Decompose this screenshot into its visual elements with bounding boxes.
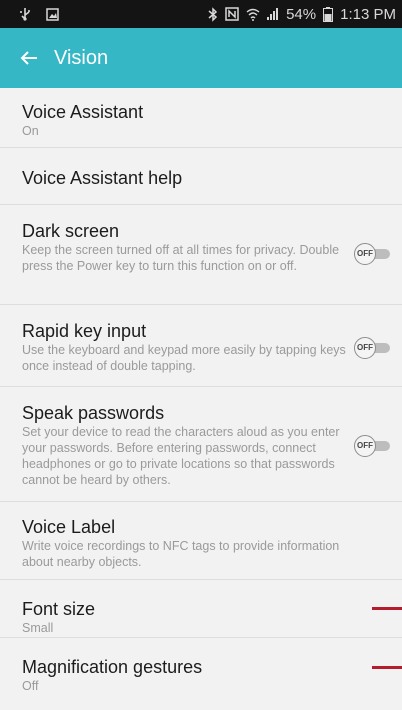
setting-voice-assistant[interactable]: Voice Assistant On: [0, 88, 402, 148]
setting-description: Use the keyboard and keypad more easily …: [22, 343, 346, 373]
page-title: Vision: [54, 46, 109, 69]
speak-passwords-toggle[interactable]: OFF: [354, 435, 390, 457]
setting-title: Magnification gestures: [22, 657, 203, 677]
setting-font-size[interactable]: Font size Small: [0, 580, 402, 638]
setting-title: Font size: [22, 599, 96, 619]
setting-subtitle: On: [22, 124, 39, 138]
app-bar: Vision: [0, 28, 402, 88]
toggle-thumb: OFF: [354, 337, 376, 359]
setting-magnification-gestures[interactable]: Magnification gestures Off: [0, 638, 402, 700]
usb-icon: [18, 7, 32, 21]
setting-title: Dark screen: [22, 221, 120, 241]
toggle-thumb: OFF: [354, 243, 376, 265]
setting-voice-label[interactable]: Voice Label Write voice recordings to NF…: [0, 502, 402, 580]
nfc-icon: [225, 7, 239, 21]
settings-list: Voice Assistant On Voice Assistant help …: [0, 88, 402, 700]
setting-voice-assistant-help[interactable]: Voice Assistant help: [0, 148, 402, 205]
setting-title: Speak passwords: [22, 403, 165, 423]
setting-subtitle: Off: [22, 679, 39, 693]
clock: 1:13 PM: [340, 5, 396, 23]
dark-screen-toggle[interactable]: OFF: [354, 243, 390, 265]
setting-rapid-key-input[interactable]: Rapid key input Use the keyboard and key…: [0, 305, 402, 387]
setting-dark-screen[interactable]: Dark screen Keep the screen turned off a…: [0, 205, 402, 305]
back-arrow-icon[interactable]: [18, 47, 40, 69]
signal-icon: [267, 7, 279, 21]
setting-title: Rapid key input: [22, 321, 147, 341]
image-icon: [46, 7, 59, 21]
setting-title: Voice Label: [22, 517, 116, 537]
setting-description: Write voice recordings to NFC tags to pr…: [22, 539, 340, 569]
annotation-mark: [372, 666, 402, 669]
setting-speak-passwords[interactable]: Speak passwords Set your device to read …: [0, 387, 402, 502]
rapid-key-input-toggle[interactable]: OFF: [354, 337, 390, 359]
status-bar: 54% 1:13 PM: [0, 0, 402, 28]
setting-subtitle: Small: [22, 621, 54, 635]
setting-description: Keep the screen turned off at all times …: [22, 243, 340, 273]
battery-percent: 54%: [286, 5, 317, 23]
setting-title: Voice Assistant: [22, 102, 144, 122]
annotation-mark: [372, 607, 402, 610]
setting-title: Voice Assistant help: [22, 168, 183, 188]
battery-icon: [323, 6, 334, 22]
wifi-icon: [246, 7, 260, 21]
toggle-thumb: OFF: [354, 435, 376, 457]
bluetooth-icon: [208, 6, 218, 22]
setting-description: Set your device to read the characters a…: [22, 425, 340, 487]
